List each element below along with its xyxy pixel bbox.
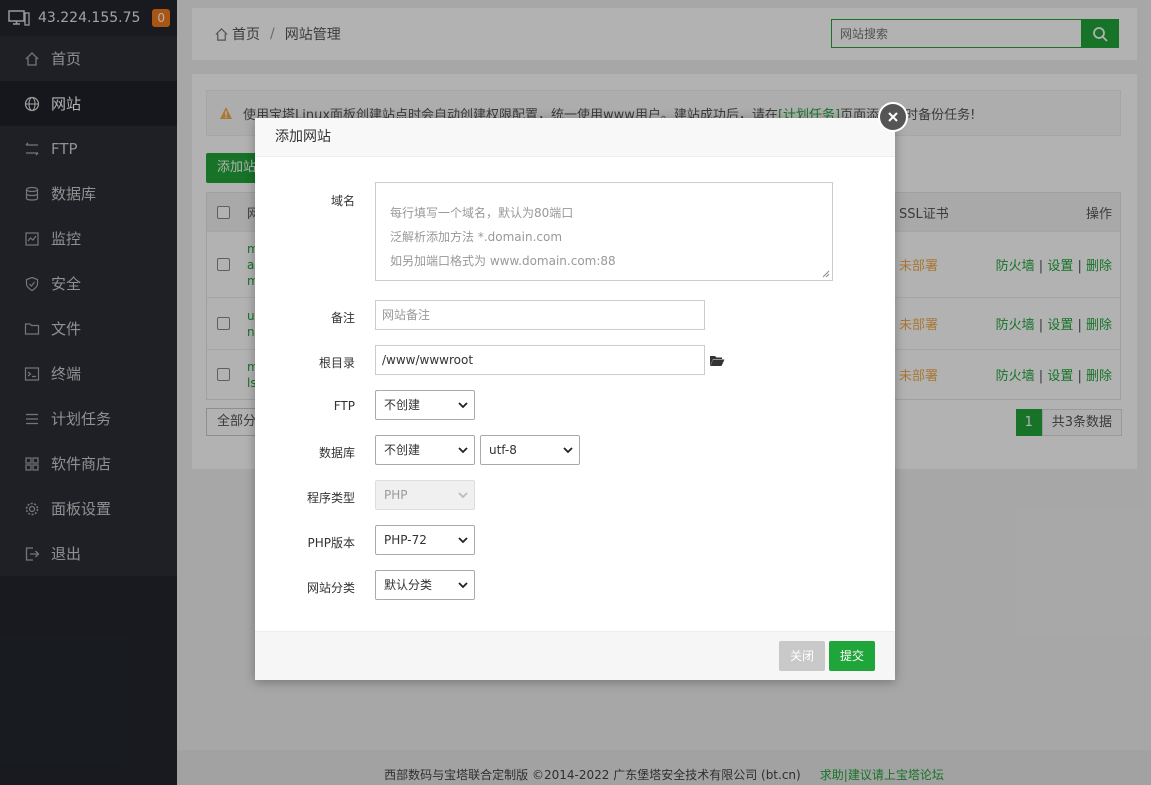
ftp-label: FTP <box>333 399 355 413</box>
php-version-label: PHP版本 <box>307 536 356 550</box>
domain-textarea[interactable]: 每行填写一个域名，默认为80端口 泛解析添加方法 *.domain.com 如另… <box>375 182 833 281</box>
dialog-close-button[interactable] <box>878 102 908 132</box>
charset-select[interactable]: utf-8 <box>480 435 580 465</box>
add-site-dialog: 添加网站 域名 每行填写一个域名，默认为80端口 泛解析添加方法 *.domai… <box>255 102 908 680</box>
domain-placeholder-line: 每行填写一个域名，默认为80端口 <box>390 206 574 220</box>
remark-label: 备注 <box>330 311 355 325</box>
php-version-value: PHP-72 <box>384 533 427 547</box>
chevron-down-icon <box>563 447 573 454</box>
ftp-select[interactable]: 不创建 <box>375 390 475 420</box>
dialog-title: 添加网站 <box>255 118 895 157</box>
chevron-down-icon <box>458 492 468 499</box>
submit-button[interactable]: 提交 <box>829 641 875 671</box>
chevron-down-icon <box>458 447 468 454</box>
database-select-value: 不创建 <box>384 443 421 457</box>
root-dir-input[interactable]: /www/wwwroot <box>375 345 705 375</box>
folder-open-icon[interactable] <box>709 354 725 367</box>
database-select[interactable]: 不创建 <box>375 435 475 465</box>
program-type-select: PHP <box>375 480 475 510</box>
chevron-down-icon <box>458 402 468 409</box>
program-type-value: PHP <box>384 488 408 502</box>
domain-label: 域名 <box>330 194 355 208</box>
charset-select-value: utf-8 <box>489 443 517 457</box>
resize-grip-icon[interactable] <box>822 270 830 278</box>
root-dir-label: 根目录 <box>318 356 355 370</box>
site-category-value: 默认分类 <box>384 578 433 592</box>
dialog-footer: 关闭 提交 <box>255 631 895 680</box>
domain-placeholder-line: 如另加端口格式为 www.domain.com:88 <box>390 254 616 268</box>
database-label: 数据库 <box>318 446 355 460</box>
remark-input[interactable]: 网站备注 <box>375 300 705 330</box>
chevron-down-icon <box>458 582 468 589</box>
close-button[interactable]: 关闭 <box>779 641 825 671</box>
php-version-select[interactable]: PHP-72 <box>375 525 475 555</box>
close-icon <box>888 112 898 122</box>
program-type-label: 程序类型 <box>306 491 355 505</box>
chevron-down-icon <box>458 537 468 544</box>
site-category-label: 网站分类 <box>306 581 355 595</box>
domain-placeholder-line: 泛解析添加方法 *.domain.com <box>390 230 563 244</box>
ftp-select-value: 不创建 <box>384 398 421 412</box>
site-category-select[interactable]: 默认分类 <box>375 570 475 600</box>
